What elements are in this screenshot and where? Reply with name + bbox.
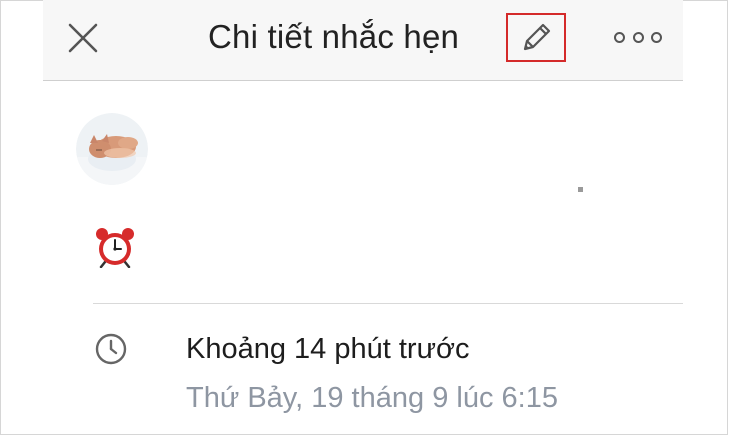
cat-avatar-image bbox=[76, 113, 148, 185]
avatar bbox=[76, 113, 148, 185]
clock-icon bbox=[94, 332, 128, 366]
close-button[interactable] bbox=[63, 18, 103, 58]
close-icon bbox=[68, 23, 98, 53]
more-dots-icon bbox=[632, 31, 644, 43]
edit-button[interactable] bbox=[506, 13, 566, 62]
separator-dot bbox=[578, 187, 583, 192]
navigation-header: Chi tiết nhắc hẹn bbox=[43, 0, 683, 81]
reminder-date: Thứ Bảy, 19 tháng 9 lúc 6:15 bbox=[186, 382, 558, 414]
reminder-relative-time: Khoảng 14 phút trước bbox=[186, 333, 470, 365]
more-dots-icon bbox=[651, 31, 662, 43]
page-title: Chi tiết nhắc hẹn bbox=[208, 18, 460, 55]
more-options-button[interactable] bbox=[614, 26, 662, 48]
more-dots-icon bbox=[614, 31, 625, 43]
section-divider bbox=[93, 303, 683, 304]
alarm-clock-icon bbox=[94, 226, 136, 269]
pencil-icon bbox=[523, 23, 551, 50]
